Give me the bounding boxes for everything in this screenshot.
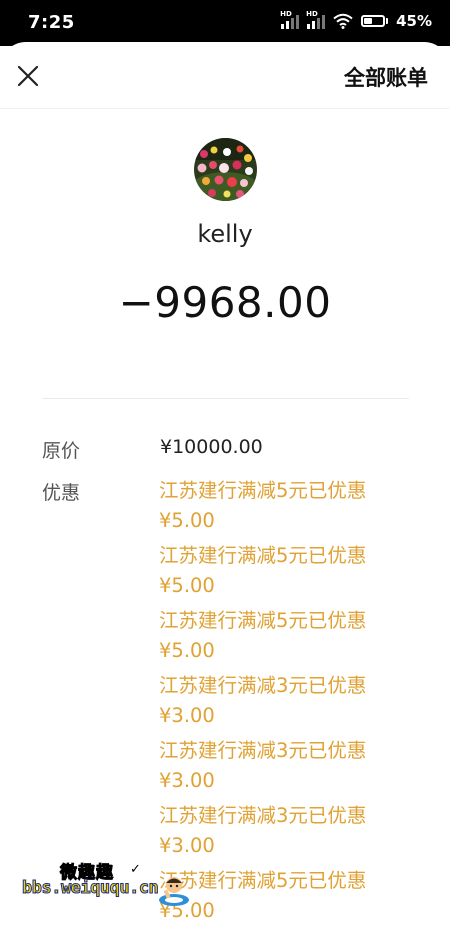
discount-item: 江苏建行满减3元已优惠 ¥3.00 <box>159 736 419 801</box>
section-divider <box>42 398 409 399</box>
avatar[interactable] <box>194 138 257 201</box>
discount-list: 江苏建行满减5元已优惠 ¥5.00 江苏建行满减5元已优惠 ¥5.00 江苏建行… <box>159 476 419 931</box>
discount-amount: ¥3.00 <box>159 834 215 857</box>
battery-icon <box>361 15 389 27</box>
discount-amount: ¥3.00 <box>159 769 215 792</box>
original-price-label: 原价 <box>42 440 81 462</box>
discount-title: 江苏建行满减5元已优惠 <box>159 479 367 502</box>
signal-icon-1: HD <box>280 10 300 29</box>
battery-percent: 45% <box>396 12 432 30</box>
discount-amount: ¥5.00 <box>159 574 215 597</box>
discount-item: 江苏建行满减5元已优惠 ¥5.00 <box>159 476 419 541</box>
discount-item: 江苏建行满减5元已优惠 ¥5.00 <box>159 606 419 671</box>
discount-item: 江苏建行满减5元已优惠 ¥5.00 <box>159 866 419 931</box>
payee-name: kelly <box>197 220 253 248</box>
discount-amount: ¥5.00 <box>159 899 215 922</box>
discount-item: 江苏建行满减3元已优惠 ¥3.00 <box>159 801 419 866</box>
status-time: 7:25 <box>28 12 75 33</box>
discount-title: 江苏建行满减5元已优惠 <box>159 609 367 632</box>
close-icon[interactable] <box>14 62 42 90</box>
discount-title: 江苏建行满减3元已优惠 <box>159 739 367 762</box>
bill-detail-sheet: 全部账单 kelly −9968.00 原价 ¥10000.00 优惠 江苏建行… <box>0 42 450 922</box>
discount-amount: ¥3.00 <box>159 704 215 727</box>
discount-item: 江苏建行满减5元已优惠 ¥5.00 <box>159 541 419 606</box>
payment-amount: −9968.00 <box>118 278 332 327</box>
watermark-mark: ✓ <box>130 862 141 877</box>
hd-label-1: HD <box>280 10 292 18</box>
signal-icon-2: HD <box>306 10 326 29</box>
header-divider <box>0 108 450 109</box>
discount-label: 优惠 <box>42 482 81 504</box>
discount-item: 江苏建行满减3元已优惠 ¥3.00 <box>159 671 419 736</box>
hd-label-2: HD <box>306 10 318 18</box>
status-icons: HD HD 45% <box>280 10 432 30</box>
status-bar: 7:25 HD HD 45% <box>0 0 450 46</box>
discount-amount: ¥5.00 <box>159 509 215 532</box>
watermark-url: bbs.weiququ.cn <box>21 878 159 899</box>
header: 全部账单 <box>0 42 450 108</box>
wifi-icon <box>333 13 353 29</box>
discount-title: 江苏建行满减5元已优惠 <box>159 544 367 567</box>
flower-avatar-icon <box>194 138 257 201</box>
all-bills-button[interactable]: 全部账单 <box>344 62 428 92</box>
discount-amount: ¥5.00 <box>159 639 215 662</box>
discount-title: 江苏建行满减3元已优惠 <box>159 674 367 697</box>
discount-title: 江苏建行满减3元已优惠 <box>159 804 367 827</box>
original-price-value: ¥10000.00 <box>160 436 263 458</box>
watermark-mascot-icon <box>159 877 189 906</box>
discount-title: 江苏建行满减5元已优惠 <box>159 869 367 892</box>
